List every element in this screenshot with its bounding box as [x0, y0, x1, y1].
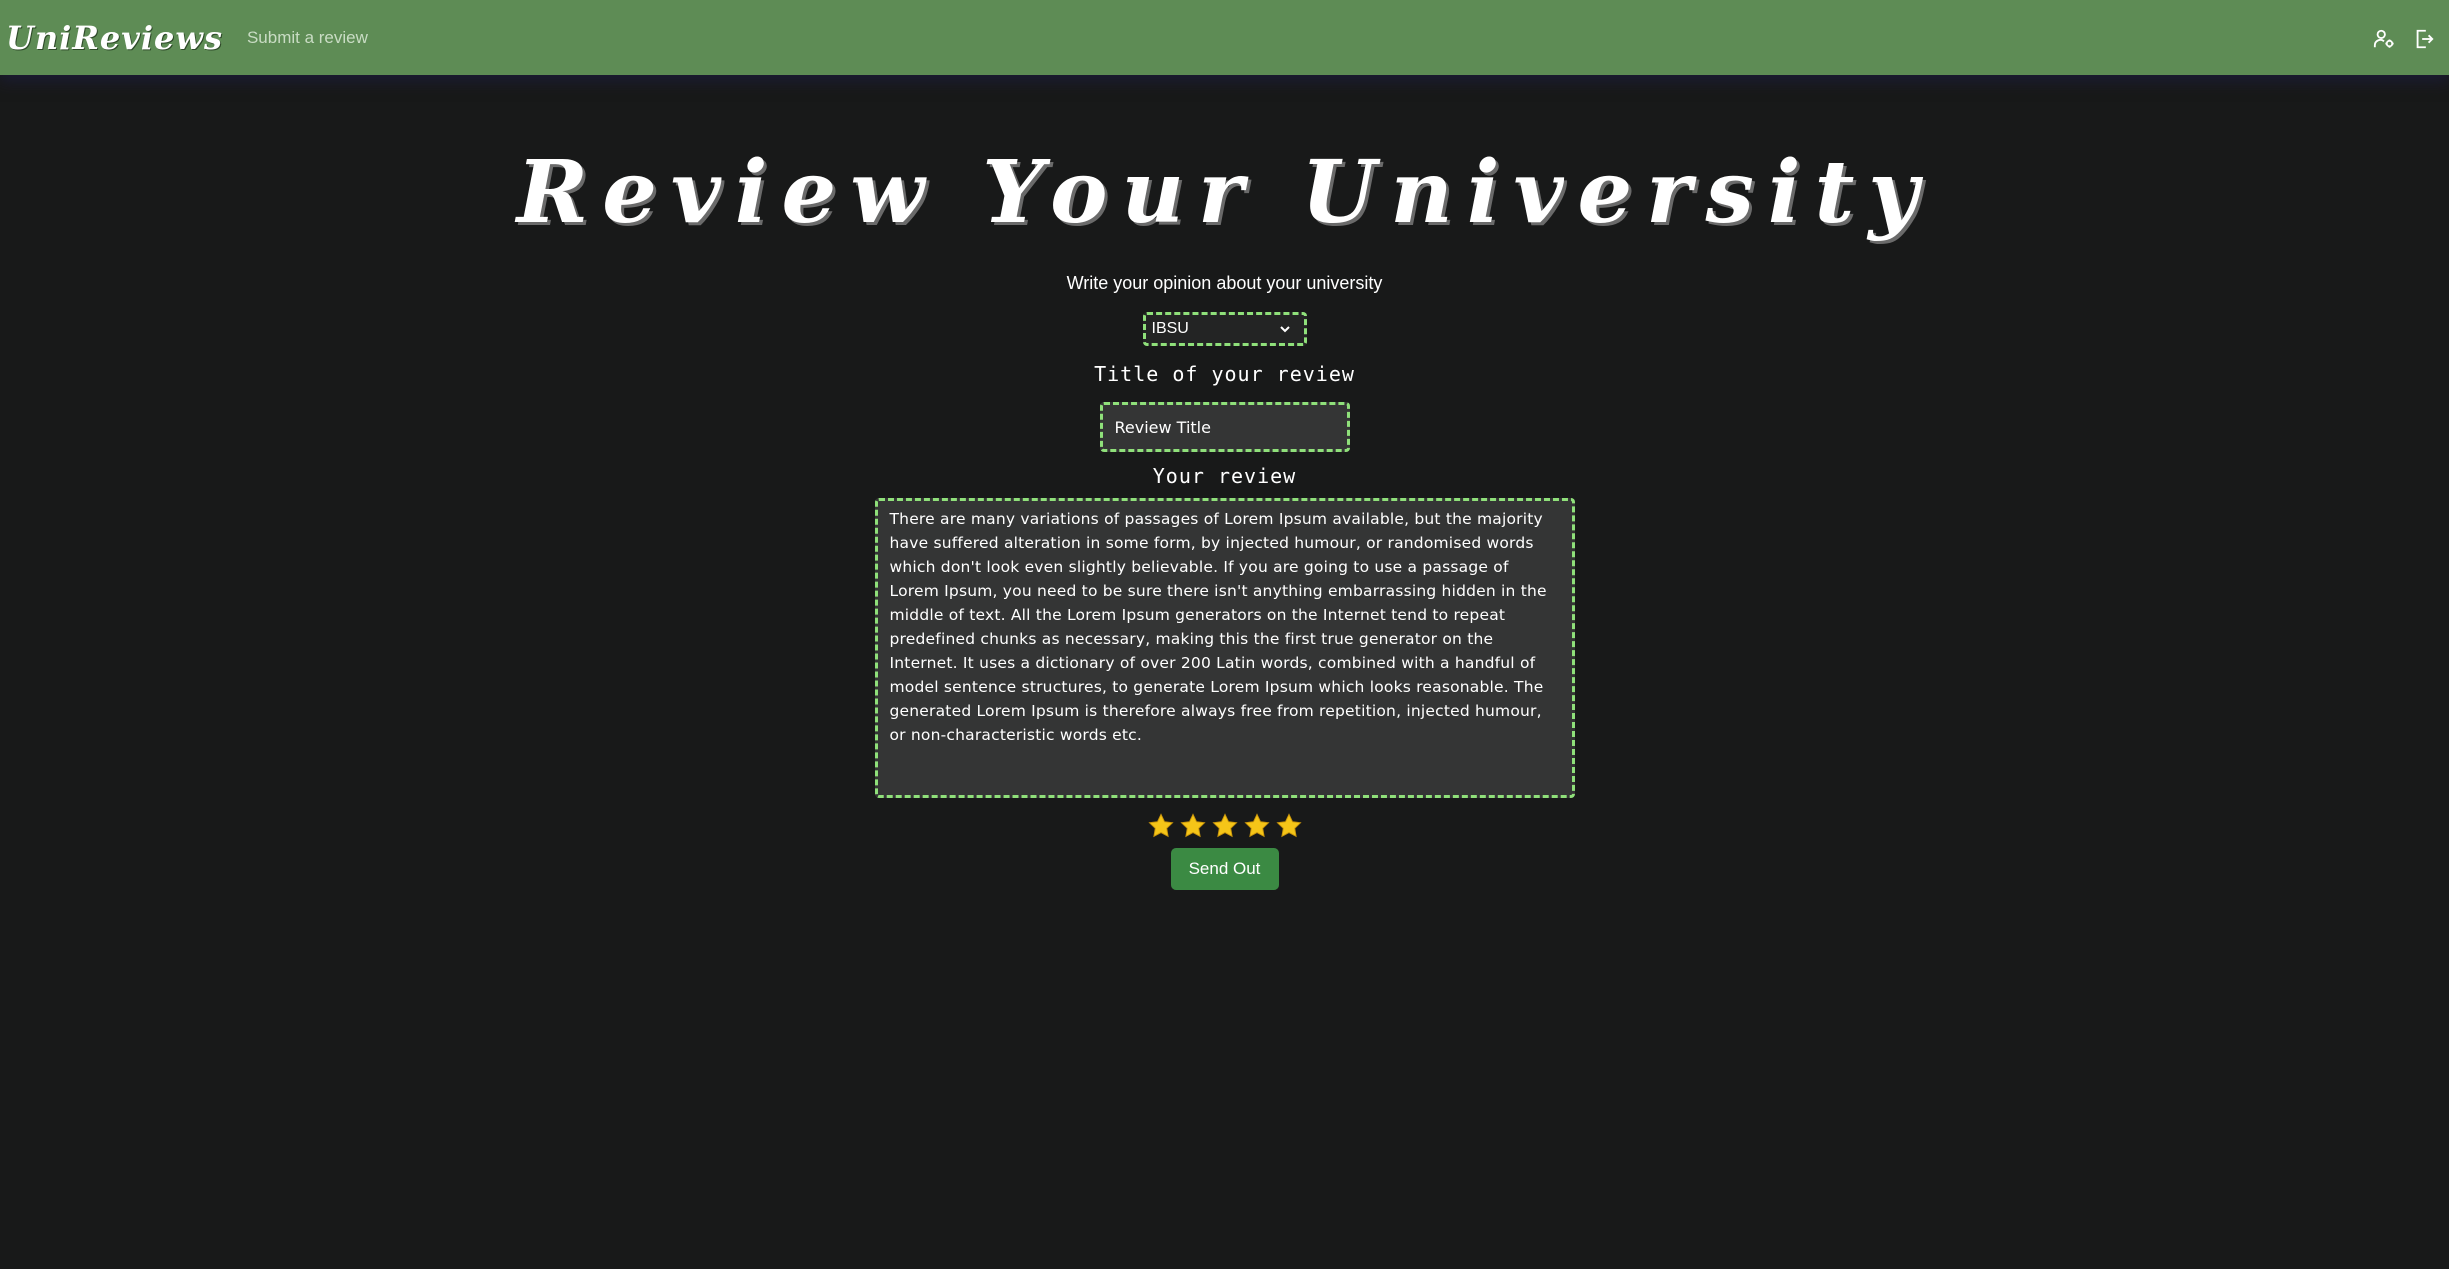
- user-settings-icon[interactable]: [2373, 28, 2395, 50]
- review-title-input[interactable]: [1099, 402, 1350, 452]
- page-subtitle: Write your opinion about your university: [1066, 273, 1383, 293]
- top-navbar: UniReviews Submit a review: [0, 0, 2449, 75]
- title-label: Title of your review: [1094, 362, 1355, 386]
- star-icon[interactable]: [1243, 812, 1271, 840]
- review-form: Review Your University Write your opinio…: [0, 75, 2449, 890]
- send-out-button[interactable]: Send Out: [1170, 848, 1279, 890]
- university-select-value: IBSU: [1151, 320, 1189, 337]
- logout-icon[interactable]: [2413, 28, 2435, 50]
- star-rating: [1147, 812, 1303, 840]
- star-icon[interactable]: [1275, 812, 1303, 840]
- review-label: Your review: [1152, 464, 1297, 488]
- submit-review-link[interactable]: Submit a review: [247, 28, 368, 48]
- page-title: Review Your University: [516, 142, 1933, 243]
- star-icon[interactable]: [1147, 812, 1175, 840]
- star-icon[interactable]: [1211, 812, 1239, 840]
- chevron-down-icon: [1279, 326, 1290, 333]
- brand-logo[interactable]: UniReviews: [6, 19, 223, 57]
- star-icon[interactable]: [1179, 812, 1207, 840]
- university-select[interactable]: IBSU: [1142, 312, 1307, 346]
- review-textarea[interactable]: There are many variations of passages of…: [874, 498, 1575, 798]
- navbar-icons: [2373, 28, 2435, 50]
